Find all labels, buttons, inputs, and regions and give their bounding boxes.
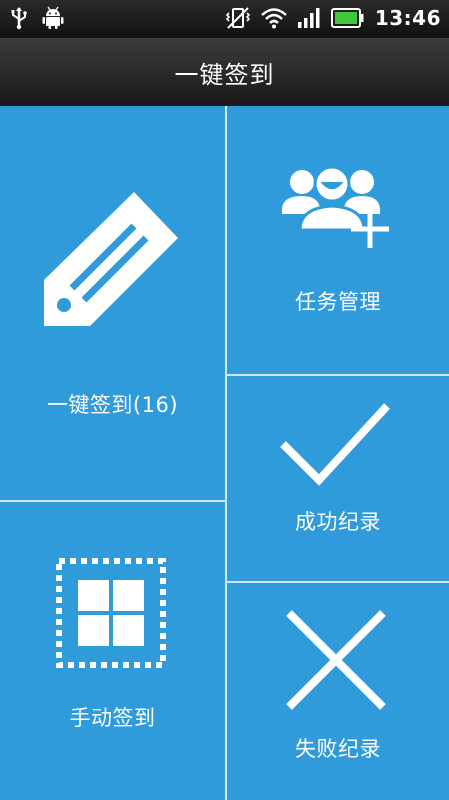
vibrate-icon (225, 7, 250, 29)
status-time: 13:46 (374, 6, 441, 30)
success-record-tile[interactable]: 成功纪录 (227, 376, 449, 581)
vertical-divider (225, 106, 227, 800)
right-horizontal-divider-bottom (227, 581, 449, 583)
left-horizontal-divider (0, 500, 225, 502)
one-key-checkin-label: 一键签到(16) (46, 393, 179, 417)
manual-checkin-tile[interactable]: 手动签到 (0, 502, 225, 800)
usb-icon (11, 7, 27, 30)
success-record-label: 成功纪录 (295, 510, 381, 534)
tag-icon (44, 192, 178, 326)
title-bar: 一键签到 (0, 38, 449, 107)
battery-icon (330, 8, 364, 28)
cross-icon (286, 610, 386, 710)
right-horizontal-divider-top (227, 374, 449, 376)
task-management-label: 任务管理 (295, 290, 381, 314)
checkmark-icon (280, 403, 390, 486)
one-key-checkin-tile[interactable]: 一键签到(16) (0, 106, 225, 501)
manual-checkin-label: 手动签到 (69, 706, 156, 730)
status-bar: 13:46 (0, 0, 449, 38)
android-debug-icon (42, 6, 64, 29)
menu-grid: 一键签到(16) 手动签到 任务管理 成功纪录 失败纪录 (0, 106, 449, 800)
status-right-icons: 13:46 (225, 6, 441, 30)
signal-icon (297, 8, 320, 28)
task-management-tile[interactable]: 任务管理 (227, 106, 449, 374)
wifi-icon (260, 8, 287, 29)
add-users-icon (282, 165, 389, 248)
failure-record-tile[interactable]: 失败纪录 (227, 583, 449, 800)
status-left-icons (10, 6, 64, 30)
failure-record-label: 失败纪录 (295, 737, 381, 761)
grid-select-icon (56, 558, 166, 668)
page-title: 一键签到 (174, 60, 275, 89)
